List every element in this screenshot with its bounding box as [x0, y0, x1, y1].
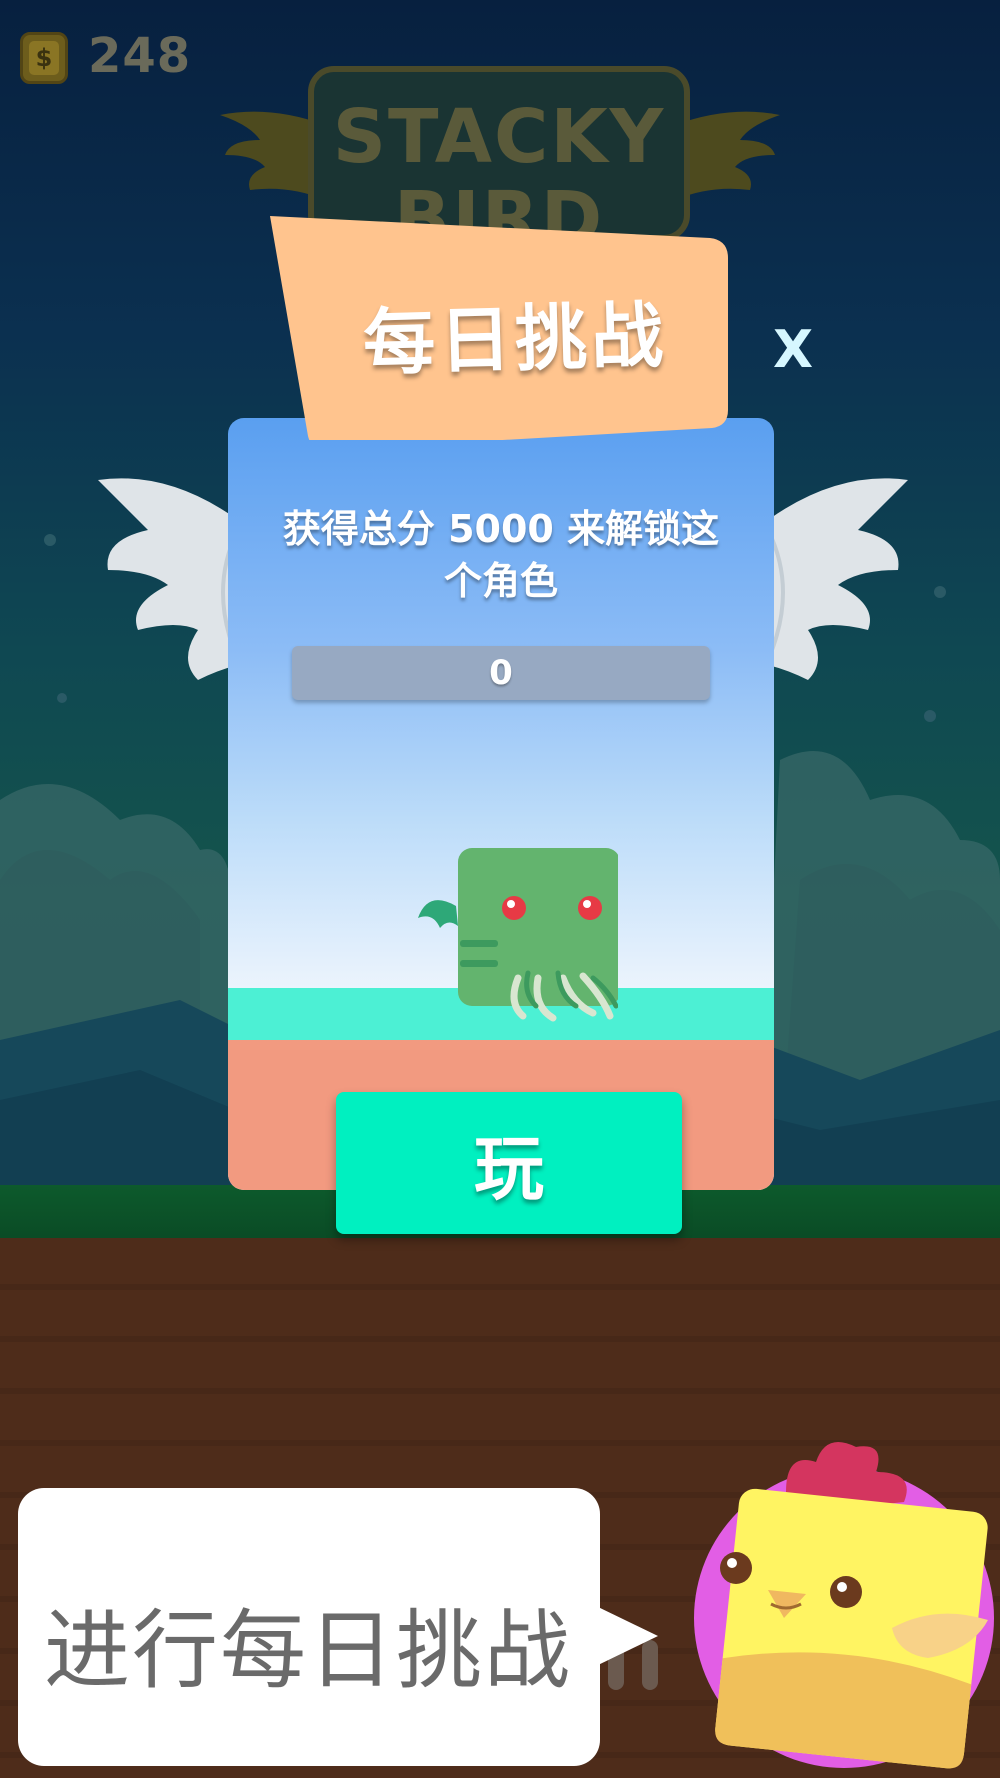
close-button[interactable]: X	[770, 324, 816, 376]
progress-value: 0	[489, 653, 513, 693]
card-wing-right-icon	[768, 478, 908, 680]
challenge-card: 获得总分 5000 来解锁这个角色 0	[228, 418, 774, 1190]
coin-symbol: $	[29, 41, 59, 75]
cthulhu-bird-character-icon	[418, 848, 618, 1022]
dialog-title: 每日挑战	[362, 293, 669, 385]
chick-mascot-icon	[694, 1442, 994, 1769]
coin-count: 248	[88, 28, 192, 84]
play-button[interactable]: 玩	[336, 1092, 682, 1234]
tutorial-text: 进行每日挑战	[44, 1601, 572, 1701]
speech-bubble-tail	[596, 1606, 658, 1666]
logo-text-line1: STACKY	[332, 94, 666, 180]
card-wing-left-icon	[98, 478, 238, 680]
goal-text: 获得总分 5000 来解锁这个角色	[282, 507, 720, 603]
progress-bar: 0	[292, 646, 710, 700]
coin-icon: $	[20, 32, 68, 84]
